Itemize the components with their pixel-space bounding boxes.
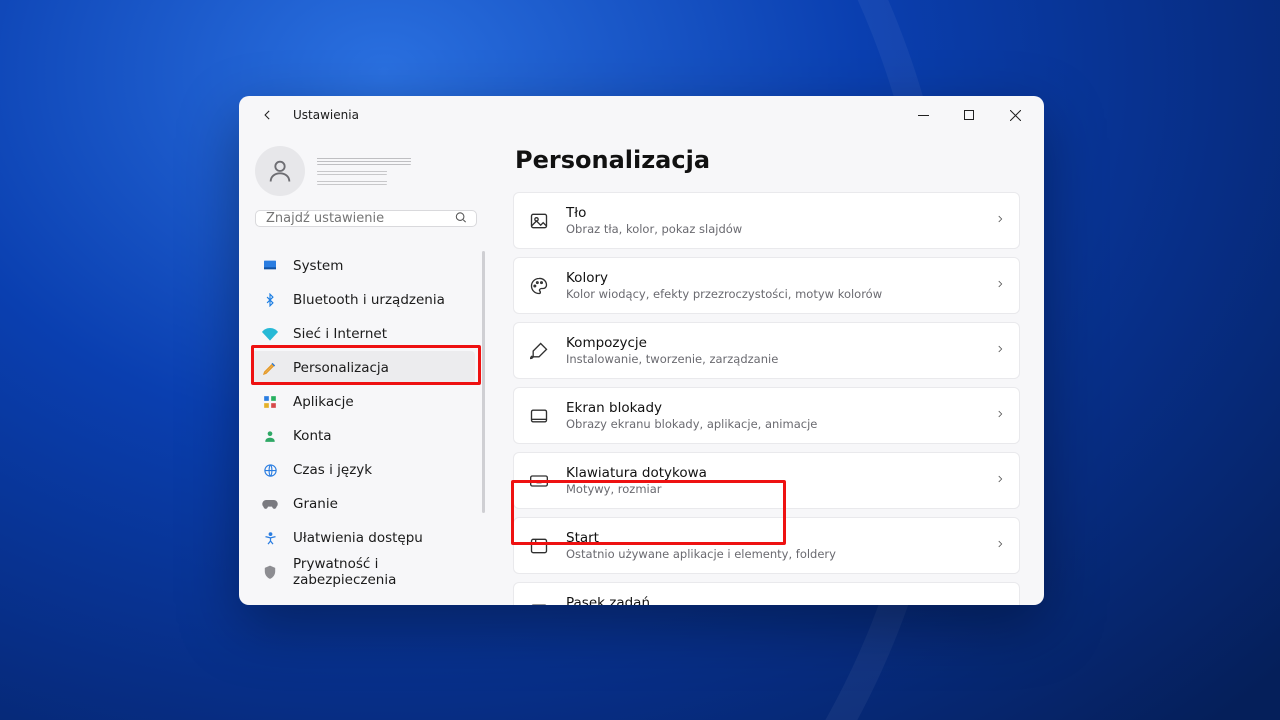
close-button[interactable] bbox=[992, 99, 1038, 131]
card-title: Pasek zadań bbox=[566, 595, 899, 605]
card-taskbar[interactable]: Pasek zadań Zachowania paska zadań, przy… bbox=[513, 582, 1020, 605]
sidebar-item-personalization[interactable]: Personalizacja bbox=[251, 351, 475, 385]
apps-icon bbox=[261, 393, 279, 411]
card-start[interactable]: Start Ostatnio używane aplikacje i eleme… bbox=[513, 517, 1020, 574]
search-input[interactable] bbox=[266, 211, 442, 226]
sidebar-item-label: Personalizacja bbox=[293, 360, 389, 376]
sidebar-item-label: Prywatność i zabezpieczenia bbox=[293, 556, 465, 588]
globe-clock-icon bbox=[261, 461, 279, 479]
settings-card-list: Tło Obraz tła, kolor, pokaz slajdów Kolo… bbox=[513, 192, 1020, 605]
card-title: Ekran blokady bbox=[566, 400, 817, 416]
page-title: Personalizacja bbox=[515, 146, 1020, 174]
chevron-right-icon bbox=[995, 536, 1005, 555]
lockscreen-icon bbox=[528, 405, 550, 427]
card-colors[interactable]: Kolory Kolor wiodący, efekty przezroczys… bbox=[513, 257, 1020, 314]
card-subtitle: Motywy, rozmiar bbox=[566, 482, 707, 496]
settings-window: Ustawienia bbox=[239, 96, 1044, 605]
shield-icon bbox=[261, 563, 279, 581]
maximize-button[interactable] bbox=[946, 99, 992, 131]
minimize-button[interactable] bbox=[900, 99, 946, 131]
card-subtitle: Ostatnio używane aplikacje i elementy, f… bbox=[566, 547, 836, 561]
accessibility-icon bbox=[261, 529, 279, 547]
card-lockscreen[interactable]: Ekran blokady Obrazy ekranu blokady, apl… bbox=[513, 387, 1020, 444]
display-icon bbox=[261, 257, 279, 275]
back-button[interactable] bbox=[253, 100, 283, 130]
nav-list: System Bluetooth i urządzenia Sieć i Int… bbox=[251, 249, 481, 589]
sidebar-item-label: Ułatwienia dostępu bbox=[293, 530, 423, 546]
card-title: Start bbox=[566, 530, 836, 546]
sidebar-item-accounts[interactable]: Konta bbox=[251, 419, 475, 453]
card-title: Kolory bbox=[566, 270, 882, 286]
card-title: Klawiatura dotykowa bbox=[566, 465, 707, 481]
sidebar-item-apps[interactable]: Aplikacje bbox=[251, 385, 475, 419]
sidebar-item-system[interactable]: System bbox=[251, 249, 475, 283]
image-icon bbox=[528, 210, 550, 232]
card-themes[interactable]: Kompozycje Instalowanie, tworzenie, zarz… bbox=[513, 322, 1020, 379]
sidebar-item-label: Granie bbox=[293, 496, 338, 512]
paint-icon bbox=[261, 359, 279, 377]
sidebar-item-label: Czas i język bbox=[293, 462, 372, 478]
scrollbar[interactable] bbox=[482, 251, 485, 513]
sidebar-item-label: Aplikacje bbox=[293, 394, 354, 410]
wifi-icon bbox=[261, 325, 279, 343]
palette-icon bbox=[528, 275, 550, 297]
avatar bbox=[255, 146, 305, 196]
chevron-right-icon bbox=[995, 471, 1005, 490]
sidebar-item-accessibility[interactable]: Ułatwienia dostępu bbox=[251, 521, 475, 555]
keyboard-icon bbox=[528, 470, 550, 492]
gamepad-icon bbox=[261, 495, 279, 513]
account-header[interactable] bbox=[251, 142, 481, 210]
sidebar-item-label: System bbox=[293, 258, 343, 274]
sidebar-item-gaming[interactable]: Granie bbox=[251, 487, 475, 521]
card-touchkeyboard[interactable]: Klawiatura dotykowa Motywy, rozmiar bbox=[513, 452, 1020, 509]
titlebar: Ustawienia bbox=[239, 96, 1044, 134]
card-subtitle: Kolor wiodący, efekty przezroczystości, … bbox=[566, 287, 882, 301]
chevron-right-icon bbox=[995, 341, 1005, 360]
content-area: Personalizacja Tło Obraz tła, kolor, pok… bbox=[489, 134, 1044, 605]
card-title: Kompozycje bbox=[566, 335, 778, 351]
card-subtitle: Obraz tła, kolor, pokaz slajdów bbox=[566, 222, 742, 236]
start-icon bbox=[528, 535, 550, 557]
search-icon bbox=[454, 209, 468, 228]
sidebar-item-network[interactable]: Sieć i Internet bbox=[251, 317, 475, 351]
sidebar-item-label: Bluetooth i urządzenia bbox=[293, 292, 445, 308]
search-box[interactable] bbox=[255, 210, 477, 227]
sidebar-item-time[interactable]: Czas i język bbox=[251, 453, 475, 487]
bluetooth-icon bbox=[261, 291, 279, 309]
sidebar-item-privacy[interactable]: Prywatność i zabezpieczenia bbox=[251, 555, 475, 589]
chevron-right-icon bbox=[995, 601, 1005, 605]
chevron-right-icon bbox=[995, 406, 1005, 425]
sidebar-item-label: Konta bbox=[293, 428, 332, 444]
card-subtitle: Obrazy ekranu blokady, aplikacje, animac… bbox=[566, 417, 817, 431]
card-background[interactable]: Tło Obraz tła, kolor, pokaz slajdów bbox=[513, 192, 1020, 249]
card-subtitle: Instalowanie, tworzenie, zarządzanie bbox=[566, 352, 778, 366]
taskbar-icon bbox=[528, 600, 550, 606]
sidebar-item-bluetooth[interactable]: Bluetooth i urządzenia bbox=[251, 283, 475, 317]
person-icon bbox=[261, 427, 279, 445]
chevron-right-icon bbox=[995, 276, 1005, 295]
account-name-redacted bbox=[317, 157, 411, 185]
sidebar-item-label: Sieć i Internet bbox=[293, 326, 387, 342]
sidebar: System Bluetooth i urządzenia Sieć i Int… bbox=[239, 134, 489, 605]
card-title: Tło bbox=[566, 205, 742, 221]
chevron-right-icon bbox=[995, 211, 1005, 230]
window-title: Ustawienia bbox=[293, 108, 359, 122]
brush-icon bbox=[528, 340, 550, 362]
